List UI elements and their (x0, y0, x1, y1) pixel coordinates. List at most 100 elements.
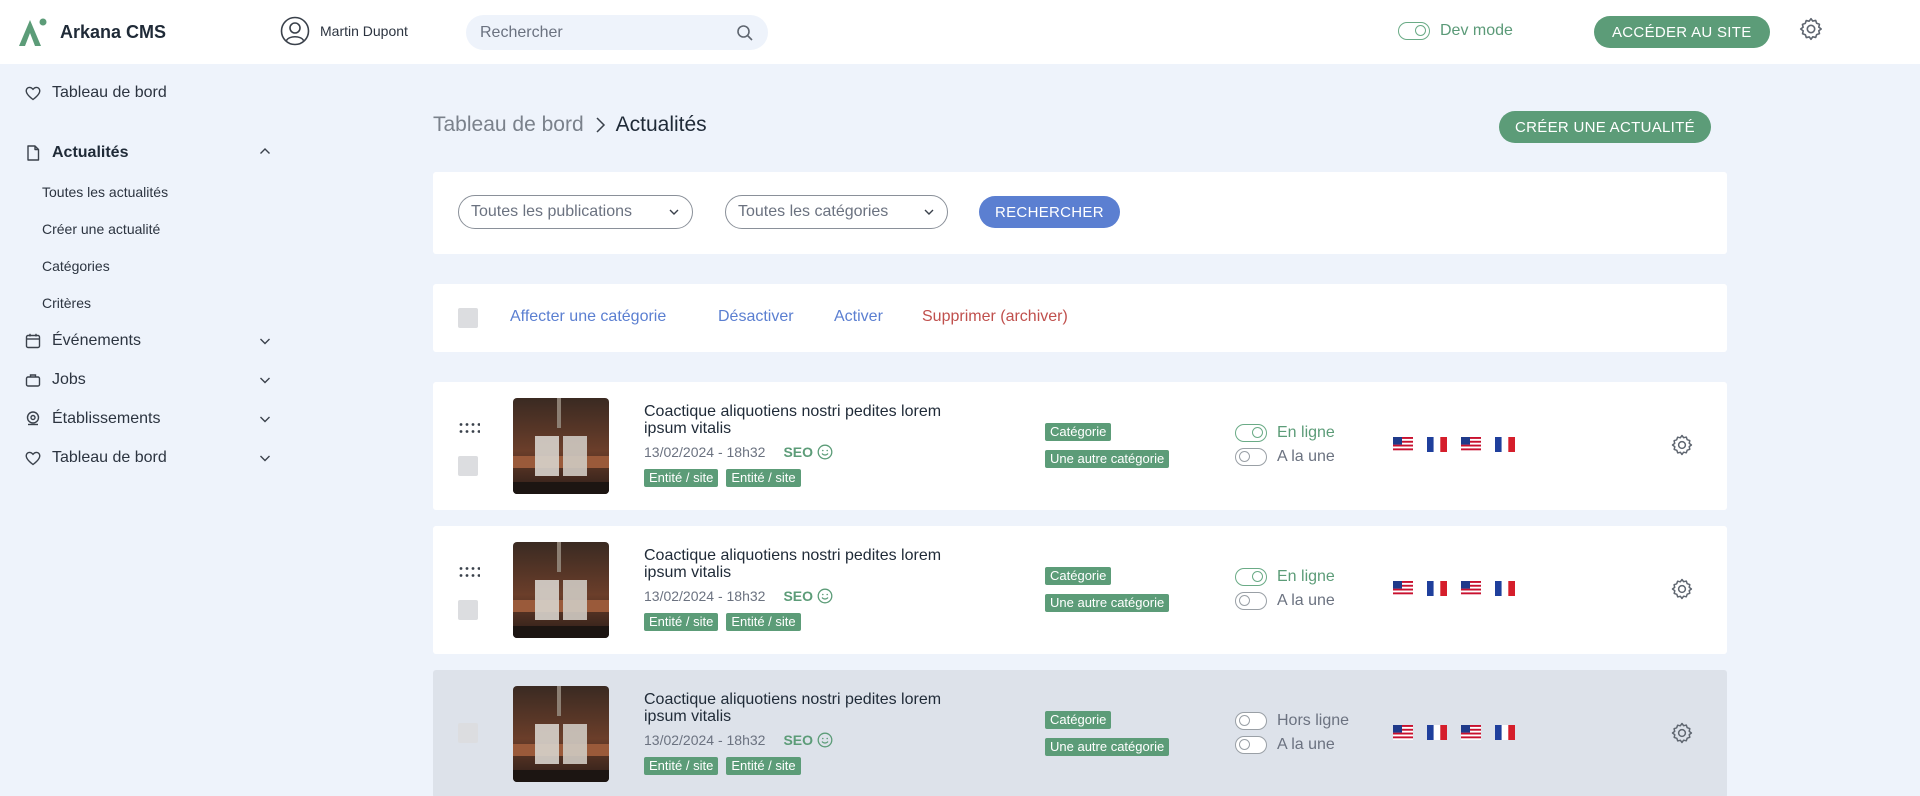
chevron-down-icon[interactable] (258, 334, 272, 348)
article-tags: Entité / site Entité / site (644, 757, 801, 775)
chevron-down-icon[interactable] (258, 451, 272, 465)
deactivate-action[interactable]: Désactiver (718, 308, 794, 326)
article-title[interactable]: Coactique aliquotiens nostri pedites lor… (644, 691, 984, 725)
article-meta: 13/02/2024 - 18h32 SEO (644, 732, 833, 748)
sidebar-item-events[interactable]: Événements (24, 332, 141, 350)
article-row[interactable]: Coactique aliquotiens nostri pedites lor… (433, 526, 1727, 654)
visit-site-button[interactable]: ACCÉDER AU SITE (1594, 16, 1770, 48)
heart-icon (25, 451, 41, 466)
online-toggle[interactable] (1235, 424, 1267, 442)
online-status-label: En ligne (1277, 568, 1335, 585)
us-flag-icon[interactable] (1461, 581, 1481, 596)
drag-handle-icon[interactable] (458, 422, 480, 434)
article-row[interactable]: Coactique aliquotiens nostri pedites lor… (433, 670, 1727, 796)
us-flag-icon[interactable] (1461, 437, 1481, 452)
featured-status-label: A la une (1277, 448, 1335, 465)
seo-label: SEO (783, 588, 814, 604)
online-status-label: Hors ligne (1277, 712, 1350, 729)
us-flag-icon[interactable] (1393, 725, 1413, 740)
fr-flag-icon[interactable] (1495, 581, 1515, 596)
calendar-icon (25, 333, 41, 349)
categories-select-value: Toutes les catégories (738, 203, 889, 220)
article-row[interactable]: Coactique aliquotiens nostri pedites lor… (433, 382, 1727, 510)
us-flag-icon[interactable] (1393, 581, 1413, 596)
document-icon (27, 145, 40, 161)
sidebar-item-dashboard-2[interactable]: Tableau de bord (24, 449, 167, 467)
article-tags: Entité / site Entité / site (644, 469, 801, 487)
sidebar-item-label: Jobs (52, 371, 86, 388)
drag-handle-icon[interactable] (458, 566, 480, 578)
featured-status-label: A la une (1277, 736, 1335, 753)
category-tag: Une autre catégorie (1045, 738, 1170, 756)
article-date: 13/02/2024 - 18h32 (644, 732, 766, 748)
category-tag: Une autre catégorie (1045, 450, 1170, 468)
article-meta: 13/02/2024 - 18h32 SEO (644, 444, 833, 460)
assign-category-action[interactable]: Affecter une catégorie (510, 308, 666, 326)
select-all-checkbox[interactable] (458, 308, 478, 328)
app-title: Arkana CMS (60, 21, 167, 42)
row-checkbox[interactable] (458, 600, 478, 620)
sidebar-subitem-create-news[interactable]: Créer une actualité (42, 221, 160, 237)
featured-toggle[interactable] (1235, 736, 1267, 754)
user-menu[interactable]: Martin Dupont (280, 16, 408, 46)
fr-flag-icon[interactable] (1495, 437, 1515, 452)
search-input[interactable] (480, 23, 736, 42)
us-flag-icon[interactable] (1461, 725, 1481, 740)
article-categories: Catégorie Une autre catégorie (1045, 567, 1170, 612)
location-icon (26, 411, 40, 426)
article-thumbnail[interactable] (513, 398, 609, 494)
sidebar-item-establishments[interactable]: Établissements (24, 410, 161, 428)
activate-action[interactable]: Activer (834, 308, 883, 326)
sidebar-subitem-criteria[interactable]: Critères (42, 295, 91, 311)
entity-tag: Entité / site (644, 757, 719, 775)
archive-action[interactable]: Supprimer (archiver) (922, 308, 1068, 326)
publications-select[interactable]: Toutes les publications (458, 195, 693, 229)
bulk-actions-bar: Affecter une catégorie Désactiver Active… (433, 284, 1727, 352)
sidebar-item-news[interactable]: Actualités (24, 144, 128, 162)
app-logo[interactable]: Arkana CMS (16, 16, 166, 48)
sidebar-subitem-categories[interactable]: Catégories (42, 258, 110, 274)
article-thumbnail[interactable] (513, 686, 609, 782)
sidebar-item-label: Tableau de bord (52, 449, 167, 466)
dev-mode-switch[interactable]: Dev mode (1398, 22, 1513, 40)
chevron-down-icon[interactable] (258, 373, 272, 387)
article-title[interactable]: Coactique aliquotiens nostri pedites lor… (644, 547, 984, 581)
online-status: En ligne (1235, 424, 1335, 442)
search-button[interactable]: RECHERCHER (979, 196, 1120, 228)
seo-label: SEO (783, 732, 814, 748)
fr-flag-icon[interactable] (1495, 725, 1515, 740)
article-categories: Catégorie Une autre catégorie (1045, 423, 1170, 468)
search-icon[interactable] (736, 24, 754, 42)
fr-flag-icon[interactable] (1427, 581, 1447, 596)
online-toggle[interactable] (1235, 568, 1267, 586)
row-settings-gear-icon[interactable] (1670, 577, 1694, 601)
featured-toggle[interactable] (1235, 448, 1267, 466)
categories-select[interactable]: Toutes les catégories (725, 195, 948, 229)
article-title[interactable]: Coactique aliquotiens nostri pedites lor… (644, 403, 984, 437)
sidebar-item-label: Événements (52, 332, 141, 349)
fr-flag-icon[interactable] (1427, 725, 1447, 740)
sidebar-item-dashboard[interactable]: Tableau de bord (24, 84, 167, 102)
online-toggle[interactable] (1235, 712, 1267, 730)
row-checkbox[interactable] (458, 723, 478, 743)
create-news-button[interactable]: CRÉER UNE ACTUALITÉ (1499, 111, 1711, 143)
chevron-up-icon[interactable] (258, 144, 272, 158)
sidebar-item-label: Actualités (52, 144, 129, 161)
sidebar-subitem-all-news[interactable]: Toutes les actualités (42, 184, 168, 200)
article-thumbnail[interactable] (513, 542, 609, 638)
dev-mode-toggle[interactable] (1398, 22, 1430, 40)
chevron-down-icon[interactable] (258, 412, 272, 426)
article-date: 13/02/2024 - 18h32 (644, 444, 766, 460)
breadcrumb-home[interactable]: Tableau de bord (433, 113, 584, 137)
sidebar-item-jobs[interactable]: Jobs (24, 371, 86, 389)
settings-gear-icon[interactable] (1798, 16, 1824, 42)
row-checkbox[interactable] (458, 456, 478, 476)
dev-mode-label: Dev mode (1440, 22, 1513, 39)
us-flag-icon[interactable] (1393, 437, 1413, 452)
fr-flag-icon[interactable] (1427, 437, 1447, 452)
row-settings-gear-icon[interactable] (1670, 721, 1694, 745)
chevron-down-icon (924, 209, 934, 215)
row-settings-gear-icon[interactable] (1670, 433, 1694, 457)
chevron-down-icon (669, 209, 679, 215)
featured-toggle[interactable] (1235, 592, 1267, 610)
